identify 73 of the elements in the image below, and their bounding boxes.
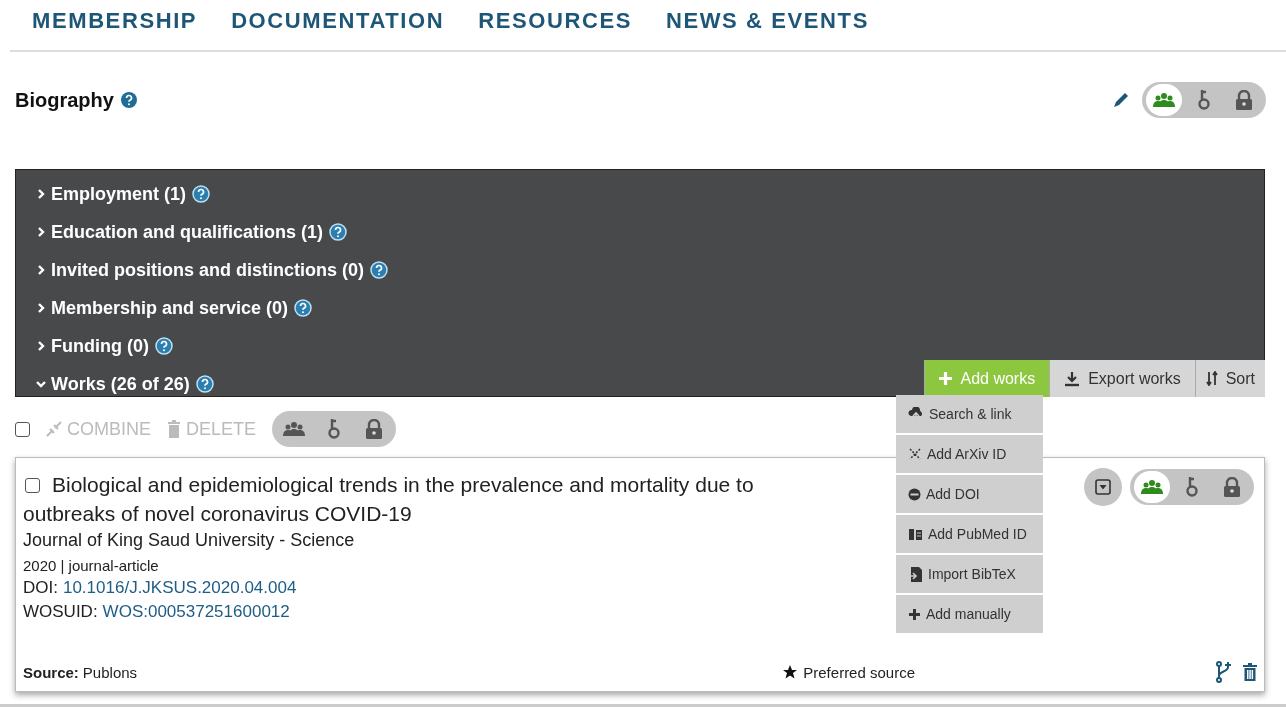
download-icon	[1064, 370, 1081, 387]
help-icon[interactable]	[119, 91, 138, 109]
sort-icon	[1205, 371, 1218, 386]
file-import-icon	[908, 565, 923, 583]
people-icon	[1141, 479, 1163, 495]
work-meta: 2020 | journal-article	[23, 557, 159, 574]
chevron-right-icon	[36, 227, 46, 237]
key-icon	[1197, 89, 1211, 111]
plus-icon	[939, 372, 953, 385]
menu-item[interactable]: Add manually	[896, 595, 1043, 633]
help-icon[interactable]	[329, 223, 348, 241]
people-icon	[1153, 92, 1175, 108]
identifier-link[interactable]: WOS:000537251600012	[102, 602, 290, 622]
combine-icon	[46, 421, 62, 437]
chevron-right-icon	[36, 341, 46, 351]
key-icon	[327, 418, 342, 440]
menu-item[interactable]: Add DOI	[896, 475, 1043, 513]
privacy-option[interactable]	[1146, 84, 1182, 116]
help-icon[interactable]	[195, 375, 214, 393]
people-icon	[283, 421, 306, 437]
section-toggle[interactable]: Funding (0)	[36, 335, 149, 357]
privacy-toggle[interactable]	[1142, 82, 1266, 118]
chevron-right-icon	[36, 303, 46, 313]
section-toggle[interactable]: Membership and service (0)	[36, 297, 289, 319]
privacy-toggle[interactable]	[1130, 469, 1254, 505]
section-toggle[interactable]: Invited positions and distinctions (0)	[36, 259, 364, 281]
help-icon[interactable]	[370, 261, 388, 279]
doi-icon	[908, 487, 921, 501]
key-icon	[1185, 476, 1199, 498]
chevron-down-icon	[36, 379, 46, 389]
star-icon	[783, 665, 798, 679]
nav-link[interactable]: NEWS & EVENTS	[665, 8, 869, 50]
dropdown-button[interactable]	[1084, 468, 1122, 506]
plus-icon	[908, 607, 921, 621]
lock-icon	[1235, 90, 1253, 110]
nav-link[interactable]: DOCUMENTATION	[231, 8, 445, 50]
chevron-right-icon	[36, 189, 46, 199]
work-checkbox[interactable]	[25, 478, 40, 493]
journal-name: Journal of King Saud University - Science	[23, 530, 355, 551]
select-all-checkbox[interactable]	[15, 421, 30, 437]
section-title: Biography	[15, 88, 114, 112]
source-label: Source:	[23, 663, 79, 681]
help-icon[interactable]	[294, 299, 313, 317]
trash-icon	[167, 420, 181, 438]
preferred-source: Preferred source	[803, 663, 915, 681]
section-toggle[interactable]: Works (26 of 26)	[36, 373, 190, 395]
caret-icon	[1095, 479, 1111, 495]
menu-item[interactable]: Add ArXiv ID	[896, 435, 1043, 473]
cross-icon	[908, 448, 922, 460]
lock-icon	[1223, 477, 1241, 497]
help-icon[interactable]	[192, 185, 211, 203]
trash-icon[interactable]	[1243, 663, 1257, 681]
privacy-option[interactable]	[1134, 471, 1170, 503]
menu-item[interactable]: Import BibTeX	[896, 555, 1043, 593]
work-title: Biological and epidemiological trends in the prevalence and mortality due to outbreaks of novel coronavirus COVID-19	[23, 472, 755, 527]
works-tab[interactable]: Export works	[1049, 360, 1195, 397]
identifier-label: WOSUID:	[23, 602, 98, 622]
section-toggle[interactable]: Education and qualifications (1)	[36, 221, 324, 243]
section-toggle[interactable]: Employment (1)	[36, 183, 187, 205]
works-tab[interactable]: Sort	[1194, 360, 1265, 397]
document-icon	[908, 527, 923, 541]
help-icon[interactable]	[155, 337, 173, 355]
privacy-toggle[interactable]	[272, 411, 397, 447]
lock-icon	[365, 419, 384, 439]
nav-link[interactable]: RESOURCES	[478, 8, 632, 50]
pencil-icon[interactable]	[1112, 91, 1130, 109]
identifier-link[interactable]: 10.1016/J.JKSUS.2020.04.004	[62, 578, 297, 598]
menu-item[interactable]: Add PubMed ID	[896, 515, 1043, 553]
chevron-right-icon	[36, 265, 46, 275]
identifier-label: DOI:	[23, 578, 58, 598]
menu-item[interactable]: Search & link	[896, 395, 1043, 433]
nav-link[interactable]: MEMBERSHIP	[32, 8, 198, 50]
source-name: Publons	[82, 663, 138, 681]
